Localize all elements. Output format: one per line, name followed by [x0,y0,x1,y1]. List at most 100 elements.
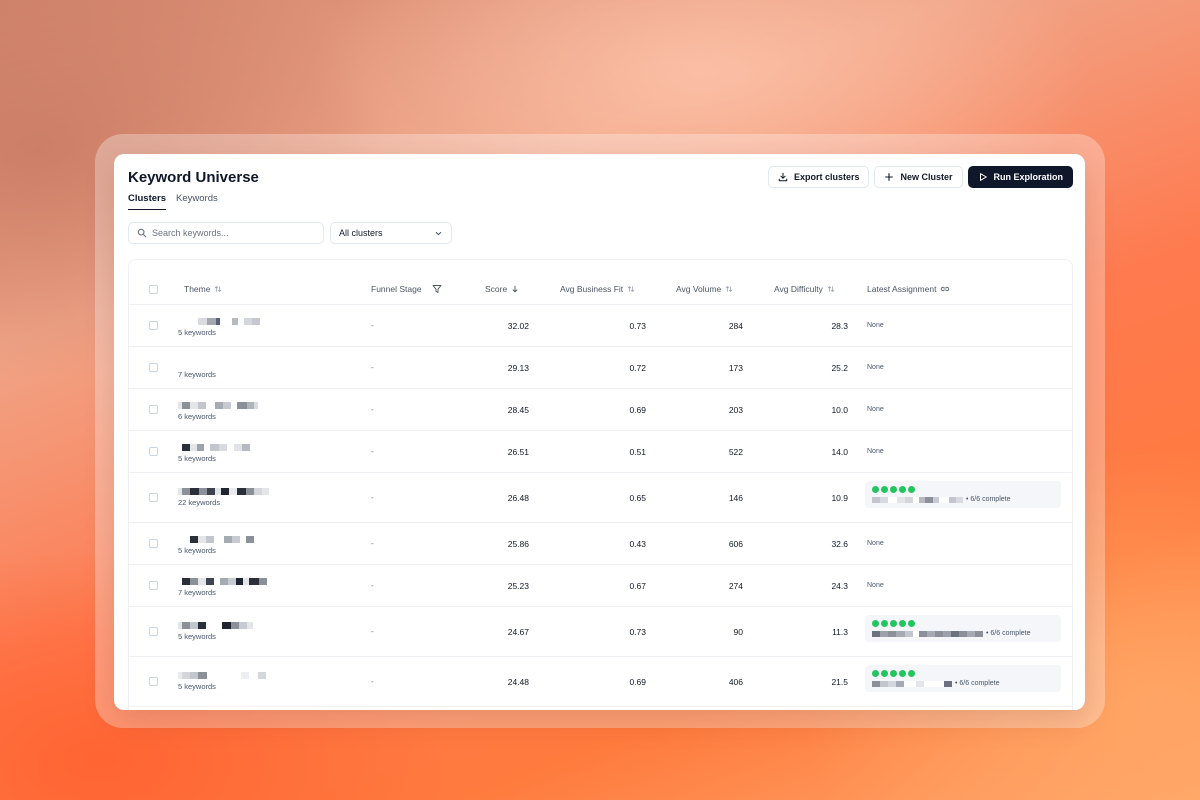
progress-dot [899,670,906,677]
latest-assignment: None [867,406,884,413]
table-row[interactable]: 7 keywords - 25.23 0.67 274 24.3 None [129,565,1072,607]
table-header: Theme Funnel Stage Score Avg Business Fi… [129,260,1072,305]
avg-business-fit: 0.73 [629,321,646,331]
progress-dot [908,486,915,493]
table-row[interactable]: 5 keywords - 25.86 0.43 606 32.6 None [129,523,1072,565]
link-icon [941,286,950,292]
assignment-status: • 6/6 complete [966,496,1011,503]
row-checkbox[interactable] [149,677,158,686]
row-checkbox[interactable] [149,321,158,330]
funnel-stage: - [371,447,374,456]
column-avg-volume-label: Avg Volume [676,284,722,294]
chevron-down-icon [435,231,442,235]
avg-volume: 522 [728,447,743,457]
row-checkbox[interactable] [149,581,158,590]
column-funnel-stage[interactable]: Funnel Stage [371,284,442,294]
redacted-theme-text [178,488,269,495]
score: 29.13 [507,363,529,373]
cluster-filter-select[interactable]: All clusters [330,222,452,244]
theme-cell: 5 keywords [178,672,266,691]
row-checkbox[interactable] [149,493,158,502]
clusters-table: Theme Funnel Stage Score Avg Business Fi… [128,259,1073,710]
assignment-status: • 6/6 complete [986,630,1031,637]
row-checkbox[interactable] [149,539,158,548]
redacted-assignee [872,496,963,503]
tab-clusters[interactable]: Clusters [128,193,167,210]
progress-dot [881,670,888,677]
avg-business-fit: 0.72 [629,363,646,373]
row-checkbox[interactable] [149,447,158,456]
column-avg-difficulty[interactable]: Avg Difficulty [774,284,835,294]
avg-difficulty: 14.0 [831,447,848,457]
redacted-assignee [872,630,983,637]
keyword-count: 5 keywords [178,632,216,641]
row-checkbox[interactable] [149,405,158,414]
table-row[interactable]: 22 keywords - 26.48 0.65 146 10.9 • 6/6 … [129,473,1072,523]
column-avg-volume[interactable]: Avg Volume [676,284,733,294]
play-icon [979,173,987,181]
progress-dots [872,670,1054,677]
table-row[interactable]: 5 keywords - 24.48 0.69 406 21.5 • 6/6 c… [129,657,1072,707]
keyword-count: 5 keywords [178,328,216,337]
redacted-theme-text [178,318,260,325]
table-row[interactable]: 6 keywords - 28.45 0.69 203 10.0 None [129,389,1072,431]
table-row[interactable]: 7 keywords - 29.13 0.72 173 25.2 None [129,347,1072,389]
avg-business-fit: 0.69 [629,677,646,687]
tab-keywords[interactable]: Keywords [176,193,218,210]
progress-dot [890,670,897,677]
progress-dot [899,620,906,627]
score: 25.86 [507,539,529,549]
column-avg-business-fit[interactable]: Avg Business Fit [560,284,635,294]
export-clusters-button[interactable]: Export clusters [767,166,870,188]
column-theme[interactable]: Theme [184,284,222,294]
column-theme-label: Theme [184,284,211,294]
toolbar: Export clusters New Cluster Run Explorat… [767,166,1073,188]
funnel-stage: - [371,363,374,372]
column-avg-difficulty-label: Avg Difficulty [774,284,823,294]
row-checkbox[interactable] [149,627,158,636]
theme-cell: 5 keywords [178,444,250,463]
search-input[interactable] [152,228,312,238]
new-cluster-button[interactable]: New Cluster [874,166,963,188]
assignment-progress[interactable]: • 6/6 complete [865,481,1061,508]
avg-difficulty: 21.5 [831,677,848,687]
table-row[interactable]: 5 keywords - 32.02 0.73 284 28.3 None [129,305,1072,347]
table-row[interactable]: 5 keywords - 26.51 0.51 522 14.0 None [129,431,1072,473]
redacted-theme-text [178,402,258,409]
keyword-count: 7 keywords [178,588,216,597]
assignment-progress[interactable]: • 6/6 complete [865,615,1061,642]
assignment-progress[interactable]: • 6/6 complete [865,665,1061,692]
avg-volume: 146 [728,493,743,503]
progress-dot [908,670,915,677]
select-all-checkbox[interactable] [149,285,158,294]
progress-dot [872,486,879,493]
theme-cell: 5 keywords [178,622,253,641]
theme-cell: 5 keywords [178,536,254,555]
table-row[interactable]: 5 keywords - 24.67 0.73 90 11.3 • 6/6 co… [129,607,1072,657]
avg-difficulty: 25.2 [831,363,848,373]
score: 24.48 [507,677,529,687]
column-latest-assignment-label: Latest Assignment [867,284,937,294]
score: 26.51 [507,447,529,457]
score: 24.67 [507,627,529,637]
run-exploration-button[interactable]: Run Exploration [967,166,1073,188]
progress-dot [881,486,888,493]
redacted-theme-text [178,536,254,543]
column-score[interactable]: Score [485,284,519,294]
sort-icon [215,286,222,292]
progress-dot [890,620,897,627]
progress-dots [872,486,1054,493]
filter-icon [432,285,442,293]
cluster-filter-value: All clusters [339,228,383,238]
avg-volume: 173 [728,363,743,373]
column-latest-assignment[interactable]: Latest Assignment [867,284,950,294]
search-box [128,222,324,244]
keyword-count: 22 keywords [178,498,221,507]
column-score-label: Score [485,284,508,294]
avg-difficulty: 28.3 [831,321,848,331]
redacted-theme-text [178,672,266,679]
avg-business-fit: 0.65 [629,493,646,503]
row-checkbox[interactable] [149,363,158,372]
avg-volume: 274 [728,581,743,591]
funnel-stage: - [371,493,374,502]
